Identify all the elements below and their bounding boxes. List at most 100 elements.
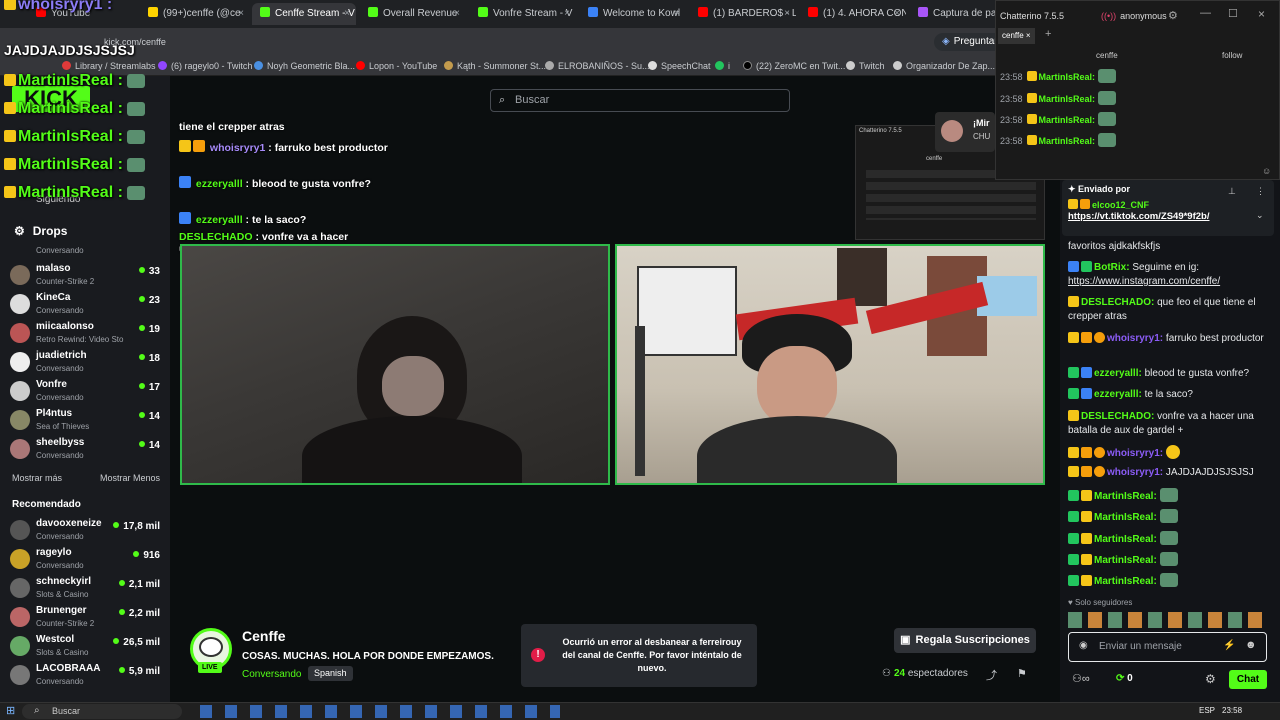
close-tab-icon[interactable]: × xyxy=(238,3,244,25)
share-icon[interactable]: ⤴ xyxy=(986,667,997,683)
clock[interactable]: 23:58 xyxy=(1222,706,1242,715)
unpin-icon[interactable]: ⊥ xyxy=(1228,186,1236,197)
more-options-icon[interactable]: ⋮ xyxy=(1256,186,1265,197)
kick-icon xyxy=(478,7,488,17)
language-indicator[interactable]: ESP xyxy=(1199,706,1215,715)
bookmark[interactable]: (6) rageylo0 - Twitch xyxy=(158,56,252,76)
sidebar-channel[interactable]: LACOBRAAA Conversando 5,9 mil xyxy=(10,662,160,690)
sidebar-channel[interactable]: juadietrich Conversando 18 xyxy=(10,349,160,377)
browser-tab[interactable]: (99+)cenffe (@ce × xyxy=(140,3,250,25)
badge-icon xyxy=(1081,490,1092,501)
send-chat-button[interactable]: Chat xyxy=(1229,670,1267,689)
sidebar-channel[interactable]: Pl4ntus Sea of Thieves 14 xyxy=(10,407,160,435)
pinned-message[interactable]: ✦ Enviado por elcoo12_CNF https://vt.tik… xyxy=(1062,180,1274,236)
minimize-icon[interactable]: — xyxy=(1200,7,1211,19)
browser-tab[interactable]: (1) 4. AHORA CON × xyxy=(800,3,906,25)
bookmark[interactable]: Lopon - YouTube xyxy=(356,56,437,76)
taskbar: ⊞ ⌕ Buscar ESP 23:58 xyxy=(0,702,1280,720)
badge-icon xyxy=(1068,332,1079,343)
channel-points[interactable]: ⟳ 0 xyxy=(1116,673,1133,684)
bookmark[interactable]: Organizador De Zap... xyxy=(893,56,995,76)
sidebar-channel[interactable]: schneckyirl Slots & Casino 2,1 mil xyxy=(10,575,160,603)
chatterino-account[interactable]: ((•)) anonymous xyxy=(1101,11,1167,21)
taskbar-search[interactable]: ⌕ Buscar xyxy=(22,704,182,719)
search-input[interactable]: ⌕ Buscar xyxy=(490,89,790,112)
close-tab-icon[interactable]: × xyxy=(454,3,460,25)
close-tab-icon[interactable]: × xyxy=(894,3,900,25)
person-body xyxy=(302,416,522,483)
users-icon[interactable]: ⚇∞ xyxy=(1072,672,1090,685)
chevron-down-icon[interactable]: ⌄ xyxy=(1256,210,1264,221)
bookmark-icon xyxy=(545,61,554,70)
category-link[interactable]: Conversando xyxy=(242,669,301,680)
show-less-link[interactable]: Mostrar Menos xyxy=(100,473,160,483)
drops-link[interactable]: ⚙ Drops xyxy=(14,224,67,238)
bookmark[interactable]: ELROBANIÑOS - Su... xyxy=(545,56,650,76)
sidebar-channel[interactable]: malaso Counter-Strike 2 33 xyxy=(10,262,160,290)
sidebar-channel[interactable]: miicaalonso Retro Rewind: Video Sto... 19 xyxy=(10,320,160,348)
browser-tab[interactable]: Welcome to Kowl × xyxy=(580,3,686,25)
error-message: Ocurrió un error al desbanear a ferreiro… xyxy=(562,637,742,673)
youtube-icon xyxy=(698,7,708,17)
sidebar-channel[interactable]: Westcol Slots & Casino 26,5 mil xyxy=(10,633,160,661)
overlay-chat-message: JAJDJAJDJSJSJSJ xyxy=(4,42,135,58)
chat-message: MartinIsReal: xyxy=(1068,531,1268,547)
emote-icon xyxy=(1159,552,1178,566)
bookmark[interactable]: Noyh Geometric Bla... xyxy=(254,56,355,76)
settings-icon[interactable]: ⚙ xyxy=(1168,9,1178,22)
chat-message: BotRix: Seguime en ig: https://www.instag… xyxy=(1068,261,1221,287)
overlay-chat-line: MartinIsReal : xyxy=(4,156,146,174)
bookmark[interactable]: i xyxy=(715,56,730,76)
chat-link[interactable]: https://www.instagram.com/cenffe/ xyxy=(1068,276,1220,287)
follow-button[interactable]: follow xyxy=(1222,51,1242,60)
badge-icon xyxy=(1081,466,1092,477)
pinned-link[interactable]: https://vt.tiktok.com/ZS49*9f2b/ xyxy=(1068,211,1209,222)
sidebar-channel[interactable]: rageylo Conversando 916 xyxy=(10,546,160,574)
bookmark[interactable]: SpeechChat xyxy=(648,56,711,76)
bookmark[interactable]: Twitch xyxy=(846,56,885,76)
person-face xyxy=(757,346,837,426)
chat-settings-icon[interactable]: ⚙ xyxy=(1205,672,1216,686)
chatterino-channel: cenffe xyxy=(1096,51,1118,60)
browser-tab[interactable]: Captura de panta xyxy=(910,3,996,25)
emoji-icon[interactable]: ☺ xyxy=(1262,166,1271,176)
taskbar-app-icons[interactable] xyxy=(200,705,560,718)
close-tab-icon[interactable]: × xyxy=(674,3,680,25)
sidebar-channel[interactable]: davooxeneize Conversando 17,8 mil xyxy=(10,517,160,545)
show-more-link[interactable]: Mostrar más xyxy=(12,473,62,483)
windows-start-icon[interactable]: ⊞ xyxy=(6,704,15,717)
browser-tab-active[interactable]: Cenffe Stream - V × xyxy=(252,3,356,25)
close-window-icon[interactable]: × xyxy=(1258,7,1265,21)
bookmark[interactable]: Kąth - Summoner St... xyxy=(444,56,546,76)
badge-icon xyxy=(1081,533,1092,544)
sidebar-channel[interactable]: Vonfre Conversando 17 xyxy=(10,378,160,406)
close-tab-icon[interactable]: × xyxy=(784,3,790,25)
chat-input[interactable]: ◉ Enviar un mensaje ⚡ ☻ xyxy=(1068,632,1267,662)
add-tab-icon[interactable]: + xyxy=(1045,28,1051,40)
browser-tab[interactable]: Overall Revenue × xyxy=(360,3,466,25)
streamer-name[interactable]: Cenffe xyxy=(242,628,286,644)
mod-icon[interactable]: ⚑ xyxy=(1017,667,1027,680)
close-tab-icon[interactable]: × xyxy=(564,3,570,25)
overlay-chat-line: MartinIsReal : xyxy=(4,100,146,118)
webcam-left xyxy=(180,244,610,485)
browser-tab[interactable]: Vonfre Stream - V × xyxy=(470,3,576,25)
chatterino-tab[interactable]: cenffe × xyxy=(998,28,1035,44)
bookmark[interactable]: (22) ZeroMC en Twit... xyxy=(743,56,845,76)
emote-bar[interactable] xyxy=(1068,612,1263,628)
sidebar-channel[interactable]: sheelbyss Conversando 14 xyxy=(10,436,160,464)
gift-subs-button[interactable]: ▣ Regala Suscripciones xyxy=(894,628,1036,653)
browser-tab[interactable]: (1) BARDERO$ - L × xyxy=(690,3,796,25)
sidebar-channel[interactable]: Brunenger Counter-Strike 2 2,2 mil xyxy=(10,604,160,632)
emoji-icon[interactable]: ☻ xyxy=(1245,639,1257,651)
chatterino-line: 23:58 MartinIsReal: xyxy=(1000,112,1116,126)
pin-icon: ✦ xyxy=(1068,184,1079,194)
bot-icon[interactable]: ⚡ xyxy=(1223,640,1235,651)
maximize-icon[interactable]: ☐ xyxy=(1228,7,1238,20)
language-tag[interactable]: Spanish xyxy=(308,666,353,681)
chat-message: ezzeryalll: te la saco? xyxy=(1068,388,1268,402)
badge-icon xyxy=(1081,575,1092,586)
sidebar-channel[interactable]: KineCa Conversando 23 xyxy=(10,291,160,319)
badge-icon xyxy=(1026,93,1037,103)
close-tab-icon[interactable]: × xyxy=(344,3,350,25)
